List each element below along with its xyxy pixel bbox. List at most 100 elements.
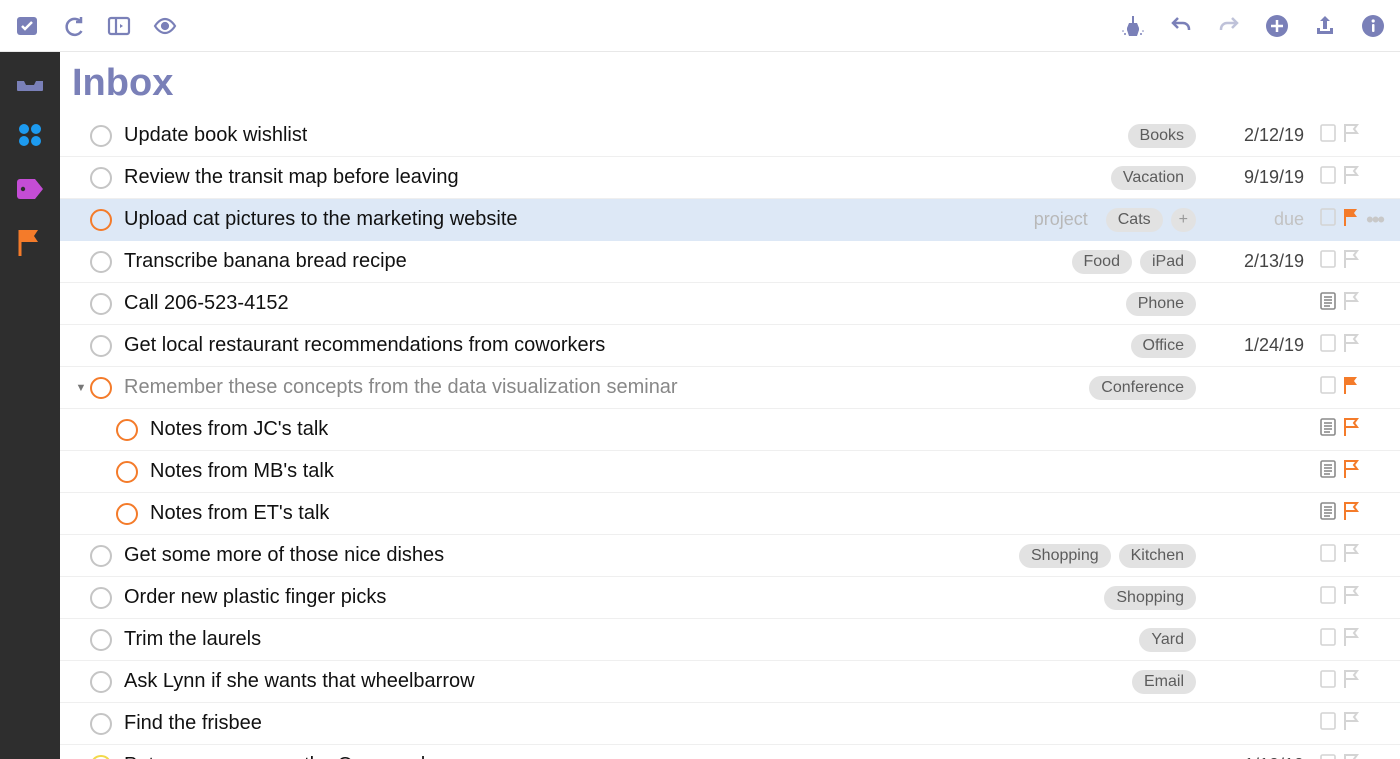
task-row[interactable]: Transcribe banana bread recipeFoodiPad2/… xyxy=(60,241,1400,283)
task-row[interactable]: Order new plastic finger picksShopping xyxy=(60,577,1400,619)
task-title[interactable]: Get some more of those nice dishes xyxy=(124,544,444,567)
task-title[interactable]: Update book wishlist xyxy=(124,124,307,147)
task-title[interactable]: Find the frisbee xyxy=(124,712,262,735)
task-row[interactable]: Ask Lynn if she wants that wheelbarrow Em… xyxy=(60,661,1400,703)
tag-pill[interactable]: iPad xyxy=(1140,250,1196,274)
completion-circle[interactable] xyxy=(90,251,112,273)
completion-circle[interactable] xyxy=(90,545,112,567)
completion-circle[interactable] xyxy=(90,209,112,231)
more-icon[interactable]: ••• xyxy=(1366,215,1390,225)
task-row[interactable]: Get some more of those nice dishes Shoppi… xyxy=(60,535,1400,577)
tag-pill[interactable]: Cats xyxy=(1106,208,1163,232)
due-date[interactable]: 9/19/19 xyxy=(1214,167,1304,188)
flag-icon[interactable] xyxy=(1342,249,1360,274)
task-title[interactable]: Transcribe banana bread recipe xyxy=(124,250,407,273)
completion-circle[interactable] xyxy=(90,713,112,735)
completion-circle[interactable] xyxy=(116,419,138,441)
task-row[interactable]: Trim the laurelsYard xyxy=(60,619,1400,661)
completion-circle[interactable] xyxy=(90,377,112,399)
due-date[interactable]: 2/12/19 xyxy=(1214,125,1304,146)
tag-pill[interactable]: Shopping xyxy=(1019,544,1111,568)
task-title[interactable]: Upload cat pictures to the marketing web… xyxy=(124,208,518,231)
toolbar-info-button[interactable] xyxy=(1360,13,1386,39)
completion-circle[interactable] xyxy=(90,167,112,189)
flag-icon[interactable] xyxy=(1342,375,1360,400)
tag-pill[interactable]: Vacation xyxy=(1111,166,1196,190)
flag-icon[interactable] xyxy=(1342,753,1360,759)
task-row[interactable]: Update book wishlistBooks2/12/19 xyxy=(60,115,1400,157)
completion-circle[interactable] xyxy=(116,461,138,483)
task-row[interactable]: Review the transit map before leavingVac… xyxy=(60,157,1400,199)
task-title[interactable]: Order new plastic finger picks xyxy=(124,586,386,609)
task-row[interactable]: Notes from MB's talk xyxy=(60,451,1400,493)
flag-icon[interactable] xyxy=(1342,333,1360,358)
toolbar-undo-button[interactable] xyxy=(1168,13,1194,39)
flag-icon[interactable] xyxy=(1342,711,1360,736)
flag-icon[interactable] xyxy=(1342,417,1360,442)
completion-circle[interactable] xyxy=(90,755,112,759)
flag-icon[interactable] xyxy=(1342,627,1360,652)
due-date[interactable]: 1/24/19 xyxy=(1214,335,1304,356)
note-icon[interactable] xyxy=(1320,292,1336,315)
due-date[interactable]: 1/10/19 xyxy=(1214,755,1304,759)
completion-circle[interactable] xyxy=(116,503,138,525)
tag-pill[interactable]: Phone xyxy=(1126,292,1196,316)
due-date[interactable]: 2/13/19 xyxy=(1214,251,1304,272)
note-icon[interactable] xyxy=(1320,754,1336,759)
tag-pill[interactable]: Office xyxy=(1131,334,1197,358)
toolbar-share-button[interactable] xyxy=(1312,13,1338,39)
task-row[interactable]: Find the frisbee xyxy=(60,703,1400,745)
note-icon[interactable] xyxy=(1320,124,1336,147)
completion-circle[interactable] xyxy=(90,671,112,693)
task-title[interactable]: Ask Lynn if she wants that wheelbarrow xyxy=(124,670,475,693)
sidebar-projects-button[interactable] xyxy=(13,120,47,150)
flag-icon[interactable] xyxy=(1342,585,1360,610)
note-icon[interactable] xyxy=(1320,712,1336,735)
completion-circle[interactable] xyxy=(90,125,112,147)
task-title[interactable]: Notes from JC's talk xyxy=(150,418,328,441)
toolbar-redo-button[interactable] xyxy=(1216,13,1242,39)
tag-pill[interactable]: Yard xyxy=(1139,628,1196,652)
task-title[interactable]: Notes from MB's talk xyxy=(150,460,334,483)
toolbar-sync-button[interactable] xyxy=(60,13,86,39)
task-title[interactable]: Get local restaurant recommendations fro… xyxy=(124,334,605,357)
task-row[interactable]: ▼Remember these concepts from the data v… xyxy=(60,367,1400,409)
completion-circle[interactable] xyxy=(90,629,112,651)
note-icon[interactable] xyxy=(1320,460,1336,483)
flag-icon[interactable] xyxy=(1342,165,1360,190)
flag-icon[interactable] xyxy=(1342,291,1360,316)
tag-pill[interactable]: Kitchen xyxy=(1119,544,1196,568)
note-icon[interactable] xyxy=(1320,208,1336,231)
sidebar-inbox-button[interactable] xyxy=(13,66,47,96)
flag-icon[interactable] xyxy=(1342,543,1360,568)
disclosure-triangle-icon[interactable]: ▼ xyxy=(72,382,90,394)
tag-pill[interactable]: Email xyxy=(1132,670,1196,694)
toolbar-sidebar-button[interactable] xyxy=(106,13,132,39)
completion-circle[interactable] xyxy=(90,293,112,315)
task-title[interactable]: Call 206-523-4152 xyxy=(124,292,289,315)
tag-pill[interactable]: Conference xyxy=(1089,376,1196,400)
completion-circle[interactable] xyxy=(90,587,112,609)
note-icon[interactable] xyxy=(1320,544,1336,567)
note-icon[interactable] xyxy=(1320,334,1336,357)
note-icon[interactable] xyxy=(1320,376,1336,399)
task-row[interactable]: Notes from JC's talk xyxy=(60,409,1400,451)
sidebar-flagged-button[interactable] xyxy=(13,228,47,258)
task-row[interactable]: Upload cat pictures to the marketing web… xyxy=(60,199,1400,241)
flag-icon[interactable] xyxy=(1342,501,1360,526)
completion-circle[interactable] xyxy=(90,335,112,357)
toolbar-view-button[interactable] xyxy=(152,13,178,39)
note-icon[interactable] xyxy=(1320,418,1336,441)
note-icon[interactable] xyxy=(1320,502,1336,525)
flag-icon[interactable] xyxy=(1342,459,1360,484)
note-icon[interactable] xyxy=(1320,670,1336,693)
add-tag-button[interactable]: + xyxy=(1171,208,1196,232)
flag-icon[interactable] xyxy=(1342,207,1360,232)
task-row[interactable]: Call 206-523-4152 Phone xyxy=(60,283,1400,325)
toolbar-check-button[interactable] xyxy=(14,13,40,39)
task-title[interactable]: Put more money on the Orca card xyxy=(124,754,425,759)
toolbar-add-button[interactable] xyxy=(1264,13,1290,39)
due-date-placeholder[interactable]: due xyxy=(1214,209,1304,230)
note-icon[interactable] xyxy=(1320,628,1336,651)
project-placeholder[interactable]: project xyxy=(1034,209,1088,230)
